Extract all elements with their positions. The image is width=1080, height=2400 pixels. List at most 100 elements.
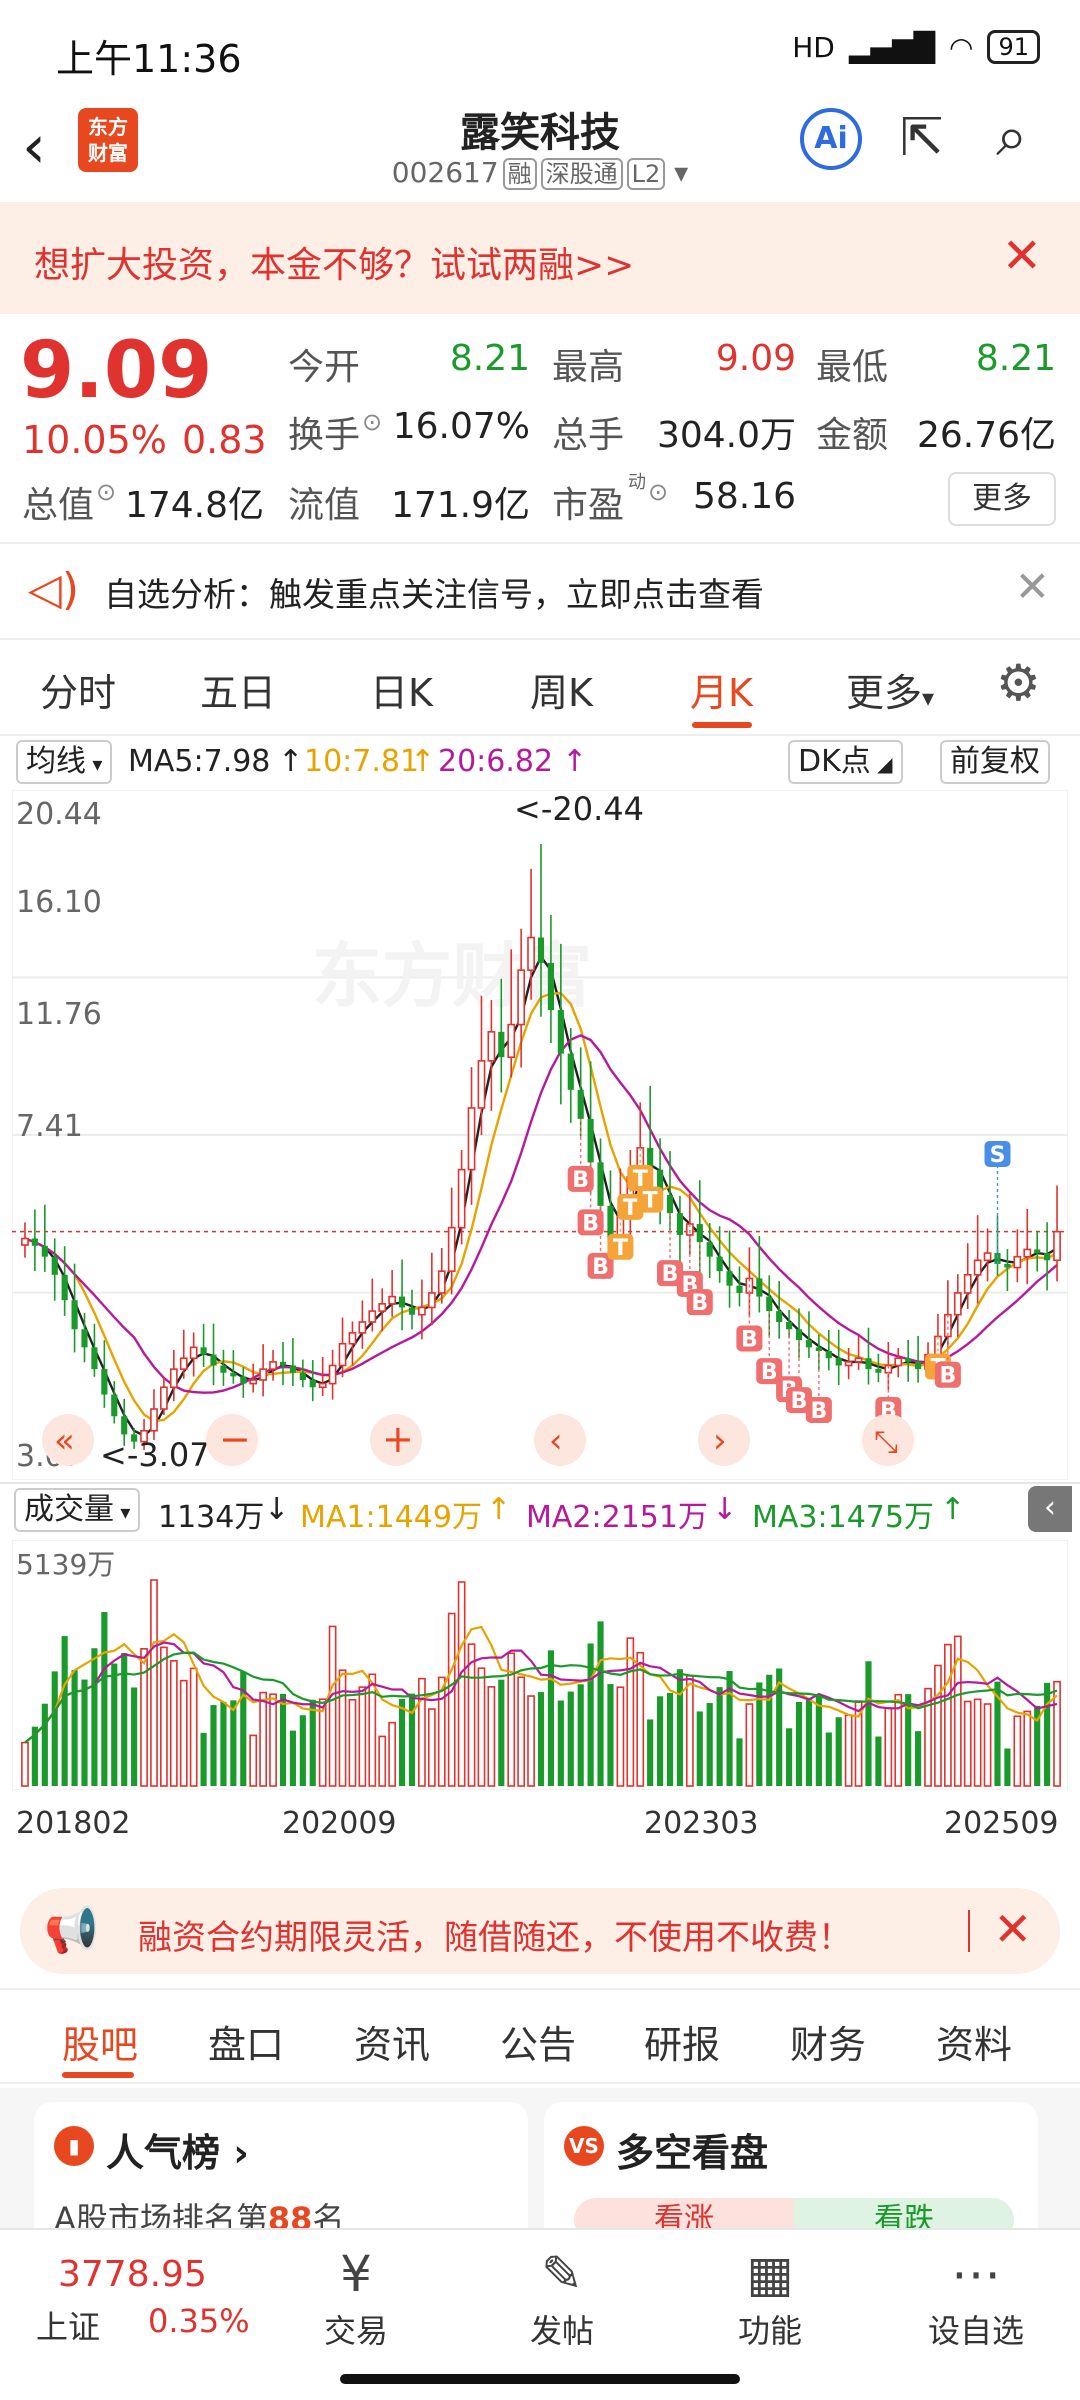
up-arrow-icon: ↑: [940, 1492, 966, 1527]
search-icon[interactable]: ⌕: [996, 104, 1027, 170]
candle-body: [795, 1329, 803, 1341]
volume-bar: [498, 1679, 505, 1786]
candle-body: [1004, 1263, 1011, 1268]
share-icon[interactable]: ⇱: [900, 108, 944, 168]
info-icon[interactable]: ⊙: [648, 478, 668, 506]
card-title[interactable]: 人气榜 ›: [106, 2122, 249, 2177]
dropdown-icon[interactable]: ▾: [665, 156, 688, 189]
y-label: 7.41: [16, 1109, 83, 1144]
candle-body: [61, 1274, 68, 1301]
volume-bar: [427, 1708, 436, 1787]
signal-label: B: [810, 1399, 827, 1424]
candle-body: [517, 969, 526, 1026]
promo-banner[interactable]: 想扩大投资，本金不够？试试两融>> ✕: [0, 202, 1080, 314]
index-name[interactable]: 上证: [36, 2302, 100, 2348]
tag-margin: 融: [502, 158, 537, 190]
promo-text[interactable]: 想扩大投资，本金不够？试试两融>>: [34, 236, 634, 288]
candle-body: [418, 1306, 426, 1316]
candle-body: [41, 1245, 48, 1257]
home-indicator[interactable]: [340, 2374, 740, 2384]
turnover-label: 换手: [288, 415, 361, 456]
y-label: 11.76: [16, 997, 102, 1032]
signal-label: T: [623, 1196, 638, 1221]
ai-button[interactable]: Ai: [800, 108, 862, 170]
more-button[interactable]: 更多: [948, 472, 1056, 526]
margin-text[interactable]: 融资合约期限灵活，随借随还，不使用不收费！: [138, 1910, 852, 1959]
alert-text[interactable]: 自选分析：触发重点关注信号，立即点击查看: [104, 568, 764, 616]
minus-icon[interactable]: −: [219, 1417, 251, 1461]
card-title[interactable]: 多空看盘: [616, 2122, 768, 2177]
more-dots-icon: ⋯: [951, 2245, 1001, 2303]
plus-icon[interactable]: +: [382, 1417, 414, 1461]
volume-bar: [348, 1698, 357, 1787]
kline-tabs: 分时 五日 日K 周K 月K 更多▾ ⚙: [0, 644, 1080, 734]
ma-select[interactable]: 均线 ▾: [16, 740, 113, 784]
tab-intraday[interactable]: 分时: [40, 662, 116, 717]
nav-post[interactable]: ✎ 发帖: [492, 2246, 632, 2352]
candle-body: [368, 1310, 377, 1323]
close-icon[interactable]: ✕: [993, 1902, 1032, 1956]
gear-icon[interactable]: ⚙: [996, 654, 1041, 712]
tab-order-book[interactable]: 盘口: [208, 2014, 284, 2069]
tab-weekly-k[interactable]: 周K: [530, 662, 593, 717]
tab-profile[interactable]: 资料: [936, 2014, 1012, 2069]
candle-body: [220, 1365, 227, 1373]
volume-bar: [875, 1736, 882, 1786]
volume-bar: [597, 1621, 604, 1786]
tab-guba[interactable]: 股吧: [62, 2014, 138, 2069]
volume-bar: [230, 1700, 237, 1786]
tab-financials[interactable]: 财务: [790, 2014, 866, 2069]
index-change[interactable]: 0.35%: [148, 2302, 250, 2340]
wifi-icon: ◠: [949, 30, 974, 64]
double-left-icon[interactable]: «: [54, 1421, 75, 1461]
expand-icon[interactable]: ⤡: [874, 1425, 898, 1460]
nav-trade[interactable]: ¥ 交易: [286, 2246, 426, 2352]
tab-daily-k[interactable]: 日K: [370, 662, 433, 717]
candle-body: [101, 1369, 108, 1395]
info-icon[interactable]: ⊙: [362, 408, 382, 436]
x-axis-dates: 201802 202009 202303 202509: [0, 1806, 1080, 1846]
ma20-value: 20:6.82: [438, 744, 554, 779]
dk-point-button[interactable]: DK点 ◢: [788, 740, 903, 784]
popularity-card[interactable]: ▮ 人气榜 › A股市场排名第88名: [34, 2102, 528, 2242]
forward-adjust-button[interactable]: 前复权: [940, 740, 1050, 784]
margin-trading-banner[interactable]: 📢 融资合约期限灵活，随借随还，不使用不收费！ ✕: [20, 1888, 1060, 1974]
candle-body: [815, 1347, 822, 1351]
tab-five-day[interactable]: 五日: [200, 662, 276, 717]
megaphone-icon: 📢: [44, 1905, 99, 1956]
analysis-alert[interactable]: ◁) 自选分析：触发重点关注信号，立即点击查看 ✕: [0, 544, 1080, 636]
candle-body: [259, 1368, 268, 1381]
volume-chart[interactable]: 5139万: [12, 1540, 1068, 1790]
tab-announcements[interactable]: 公告: [500, 2014, 576, 2069]
tab-research[interactable]: 研报: [644, 2014, 720, 2069]
x-tick: 202509: [944, 1806, 1059, 1841]
volume-bar: [865, 1661, 872, 1786]
nav-add-watchlist[interactable]: ⋯ 设自选: [906, 2246, 1046, 2352]
candle-body: [716, 1256, 723, 1272]
nav-functions[interactable]: ▦ 功能: [700, 2246, 840, 2352]
volume-legend-row: 成交量 ▾ 1134万 ↓ MA1:1449万 ↑ MA2:2151万 ↓ MA…: [0, 1482, 1080, 1536]
volume-bar: [447, 1612, 456, 1787]
chevron-right-icon[interactable]: ›: [713, 1421, 727, 1461]
volume-select[interactable]: 成交量 ▾: [14, 1488, 141, 1532]
kline-chart[interactable]: 东方财富 BBBTTTTBBBBBBBBBTBS 20.44 16.10 11.…: [12, 790, 1068, 1480]
volume-bar: [189, 1667, 198, 1787]
candle-body: [666, 1195, 674, 1214]
tab-more[interactable]: 更多▾: [846, 662, 934, 717]
info-icon[interactable]: ⊙: [96, 478, 116, 506]
collapse-panel-button[interactable]: ‹: [1028, 1486, 1072, 1532]
tab-news[interactable]: 资讯: [354, 2014, 430, 2069]
feature-cards: ▮ 人气榜 › A股市场排名第88名 VS 多空看盘 看涨 看跌: [0, 2088, 1080, 2242]
index-value[interactable]: 3778.95: [58, 2254, 207, 2295]
chevron-left-icon[interactable]: ‹: [549, 1421, 563, 1461]
candle-body: [328, 1364, 337, 1385]
tab-monthly-k[interactable]: 月K: [690, 662, 753, 717]
bull-bear-card[interactable]: VS 多空看盘 看涨 看跌: [544, 2102, 1038, 2242]
close-icon[interactable]: ✕: [1002, 228, 1042, 284]
candle-body: [71, 1300, 78, 1330]
close-icon[interactable]: ✕: [1015, 562, 1050, 611]
candle-body: [1044, 1253, 1051, 1261]
candle-body: [507, 1023, 516, 1059]
volume-bar: [795, 1702, 803, 1786]
candle-body: [81, 1329, 88, 1348]
